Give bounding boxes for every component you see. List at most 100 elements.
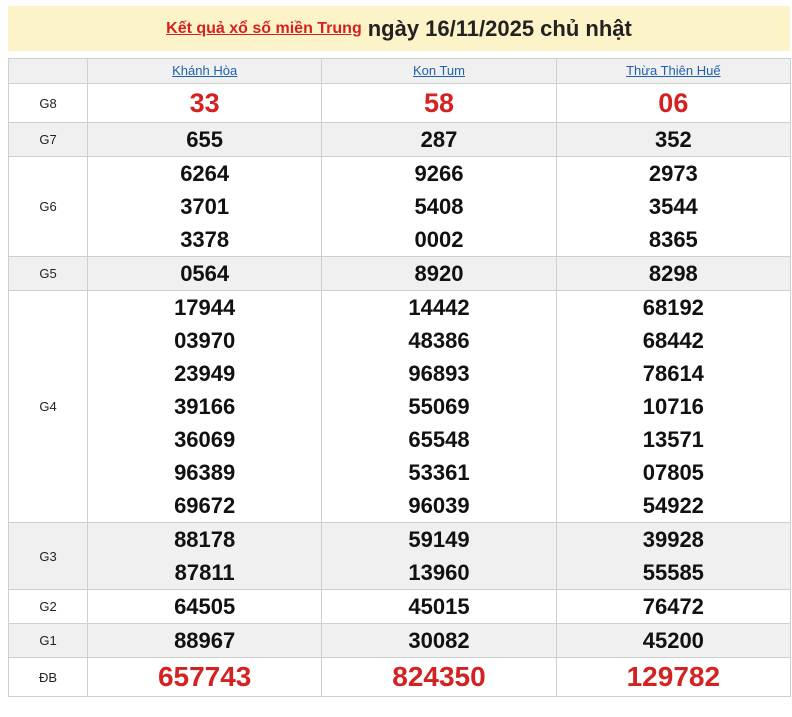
table-header-row: Khánh Hòa Kon Tum Thừa Thiên Huế <box>8 58 792 84</box>
prize-number: 30082 <box>408 628 470 653</box>
prize-label: G2 <box>8 589 88 624</box>
prize-number: 78614 <box>642 361 704 386</box>
prize-number: 68442 <box>642 328 704 353</box>
prize-number: 13571 <box>642 427 704 452</box>
region-results-link[interactable]: Kết quả xổ số miền Trung <box>166 20 362 38</box>
province-link[interactable]: Thừa Thiên Huế <box>626 63 720 78</box>
prize-number: 5408 <box>414 194 464 219</box>
table-row: ĐB 657743 824350 129782 <box>8 657 792 697</box>
page: Kết quả xổ số miền Trung ngày 16/11/2025… <box>0 0 792 717</box>
prize-number: 10716 <box>642 394 704 419</box>
prize-cell: 30082 <box>321 623 557 658</box>
prize-number: 58 <box>423 88 455 118</box>
province-header-3: Thừa Thiên Huế <box>555 58 792 84</box>
prize-number: 36069 <box>174 427 236 452</box>
prize-number: 33 <box>189 88 220 118</box>
prize-cell: 45015 <box>321 589 557 624</box>
prize-column-header <box>8 58 88 84</box>
prize-number: 65548 <box>408 427 470 452</box>
prize-number: 8365 <box>648 227 698 252</box>
prize-label: G4 <box>8 290 88 523</box>
prize-cell: 68192 68442 78614 10716 13571 07805 54922 <box>555 290 792 523</box>
province-header-1: Khánh Hòa <box>86 58 323 84</box>
prize-number: 59149 <box>408 527 470 552</box>
prize-number: 48386 <box>408 328 470 353</box>
prize-number: 96389 <box>174 460 236 485</box>
prize-number: 88967 <box>174 628 236 653</box>
prize-number: 6264 <box>180 161 230 186</box>
prize-number: 352 <box>654 127 692 152</box>
prize-cell: 8920 <box>321 256 557 291</box>
prize-cell: 58 <box>321 83 557 123</box>
prize-number: 655 <box>186 127 224 152</box>
table-row: G1 88967 30082 45200 <box>8 623 792 658</box>
draw-date-title: ngày 16/11/2025 chủ nhật <box>367 15 632 41</box>
prize-cell: 59149 13960 <box>321 522 557 590</box>
prize-cell: 129782 <box>555 657 792 697</box>
prize-cell: 352 <box>555 122 792 157</box>
prize-label: G1 <box>8 623 88 658</box>
province-header-2: Kon Tum <box>321 58 557 84</box>
province-link[interactable]: Khánh Hòa <box>172 63 237 78</box>
prize-cell: 287 <box>321 122 557 157</box>
table-row: G2 64505 45015 76472 <box>8 589 792 624</box>
prize-table-body: G8 33 58 06 G7 655 287 352 G6 6264 3701 3378 9266 540… <box>8 83 792 697</box>
prize-number: 55585 <box>642 560 704 585</box>
prize-number: 3701 <box>180 194 230 219</box>
prize-cell: 2973 3544 8365 <box>555 156 792 257</box>
prize-cell: 39928 55585 <box>555 522 792 590</box>
prize-cell: 657743 <box>86 657 323 697</box>
prize-number: 657743 <box>157 661 252 692</box>
prize-number: 54922 <box>642 493 704 518</box>
prize-cell: 88178 87811 <box>86 522 323 590</box>
prize-label: ĐB <box>8 657 88 697</box>
prize-number: 45015 <box>408 594 470 619</box>
results-header: Kết quả xổ số miền Trung ngày 16/11/2025… <box>8 6 790 51</box>
prize-label: G7 <box>8 122 88 157</box>
prize-number: 87811 <box>174 560 235 585</box>
prize-cell: 33 <box>86 83 323 123</box>
prize-number: 9266 <box>414 161 464 186</box>
prize-number: 17944 <box>174 295 236 320</box>
prize-number: 39166 <box>174 394 236 419</box>
prize-cell: 9266 5408 0002 <box>321 156 557 257</box>
prize-number: 68192 <box>642 295 704 320</box>
table-row: G8 33 58 06 <box>8 83 792 123</box>
prize-number: 88178 <box>174 527 236 552</box>
prize-cell: 0564 <box>86 256 323 291</box>
prize-number: 96039 <box>408 493 470 518</box>
prize-number: 45200 <box>642 628 704 653</box>
prize-cell: 6264 3701 3378 <box>86 156 323 257</box>
prize-cell: 76472 <box>555 589 792 624</box>
prize-cell: 14442 48386 96893 55069 65548 53361 96039 <box>321 290 557 523</box>
table-row: G6 6264 3701 3378 9266 5408 0002 2973 3544 8365 <box>8 156 792 257</box>
results-table: Khánh Hòa Kon Tum Thừa Thiên Huế G8 33 58 0… <box>8 58 792 697</box>
prize-number: 76472 <box>642 594 704 619</box>
prize-cell: 06 <box>555 83 792 123</box>
prize-number: 2973 <box>648 161 698 186</box>
prize-cell: 17944 03970 23949 39166 36069 96389 69672 <box>86 290 323 523</box>
prize-label: G6 <box>8 156 88 257</box>
prize-number: 3544 <box>648 194 698 219</box>
prize-number: 55069 <box>408 394 470 419</box>
prize-number: 23949 <box>174 361 236 386</box>
prize-number: 0564 <box>180 261 230 286</box>
prize-label: G3 <box>8 522 88 590</box>
prize-number: 14442 <box>408 295 470 320</box>
prize-number: 53361 <box>408 460 470 485</box>
table-row: G3 88178 87811 59149 13960 39928 55585 <box>8 522 792 590</box>
prize-number: 8920 <box>414 261 464 286</box>
prize-number: 129782 <box>626 661 721 692</box>
province-link[interactable]: Kon Tum <box>413 63 465 78</box>
prize-cell: 88967 <box>86 623 323 658</box>
prize-number: 824350 <box>392 661 486 692</box>
prize-number: 69672 <box>174 493 236 518</box>
prize-number: 13960 <box>408 560 470 585</box>
prize-label: G8 <box>8 83 88 123</box>
prize-cell: 64505 <box>86 589 323 624</box>
prize-number: 0002 <box>414 227 464 252</box>
prize-number: 06 <box>658 88 689 118</box>
prize-number: 8298 <box>648 261 698 286</box>
table-row: G5 0564 8920 8298 <box>8 256 792 291</box>
prize-cell: 655 <box>86 122 323 157</box>
